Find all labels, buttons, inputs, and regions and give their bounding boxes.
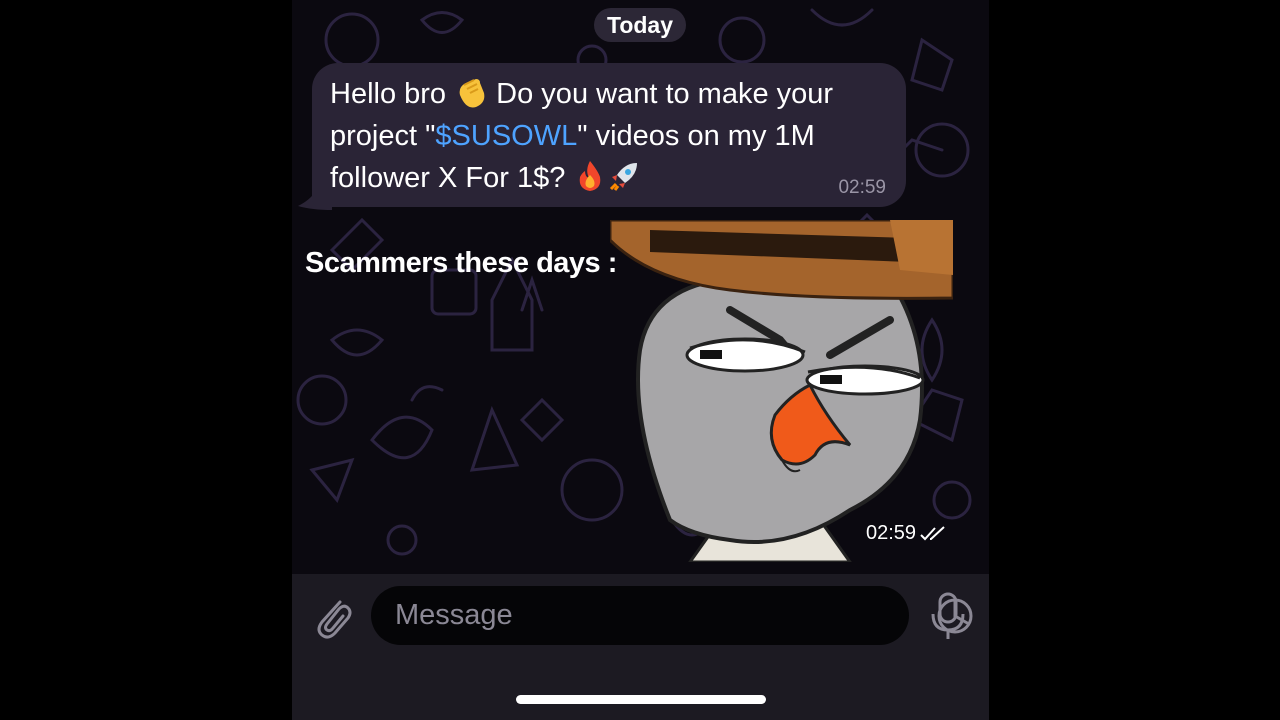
fire-icon	[580, 161, 601, 191]
home-indicator[interactable]	[516, 695, 766, 704]
project-link[interactable]: $SUSOWL	[435, 120, 577, 152]
message-input-container	[371, 586, 973, 645]
sticker-time: 02:59	[866, 522, 917, 544]
waving-hand-icon	[459, 79, 485, 108]
paperclip-icon[interactable]	[312, 594, 354, 642]
message-text-part: Hello bro	[330, 78, 455, 110]
sticker-time-badge: 02:59	[866, 522, 946, 545]
sticker-caption: Scammers these days :	[305, 247, 617, 279]
message-input[interactable]	[395, 586, 835, 645]
incoming-message-bubble[interactable]: Hello bro Do you want to make your proje…	[312, 63, 906, 207]
owl-sticker[interactable]	[610, 220, 953, 562]
message-text: Hello bro Do you want to make your proje…	[330, 73, 895, 199]
message-composer	[292, 574, 989, 720]
double-check-icon	[920, 525, 945, 540]
date-separator: Today	[594, 8, 686, 42]
message-time: 02:59	[838, 177, 886, 198]
chat-screen: Today Hello bro Do you want to make your…	[292, 0, 989, 720]
rocket-icon	[610, 163, 638, 191]
microphone-icon[interactable]	[929, 592, 967, 642]
